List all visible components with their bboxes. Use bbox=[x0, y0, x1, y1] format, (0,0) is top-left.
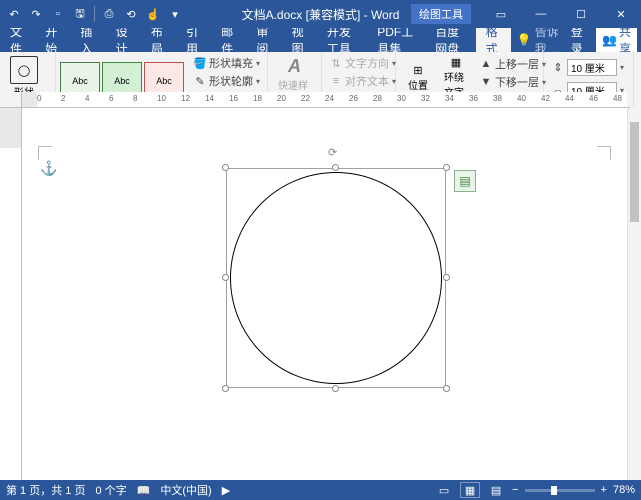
wordart-icon: A bbox=[288, 56, 301, 77]
bulb-icon: 💡 bbox=[517, 33, 532, 47]
contextual-tab-label: 绘图工具 bbox=[411, 4, 471, 24]
zoom-level[interactable]: 78% bbox=[613, 484, 635, 496]
resize-handle[interactable] bbox=[332, 164, 339, 171]
share-icon: 👥 bbox=[602, 33, 617, 47]
margin-corner bbox=[38, 146, 52, 160]
layout-options-icon: ▤ bbox=[459, 174, 470, 188]
vertical-scrollbar[interactable] bbox=[627, 108, 641, 480]
ribbon-options-icon[interactable]: ▭ bbox=[481, 0, 521, 28]
shape-outline-button[interactable]: ✎形状轮廓▾ bbox=[190, 72, 263, 90]
outline-icon: ✎ bbox=[193, 74, 207, 88]
print-layout-icon[interactable]: ▦ bbox=[460, 482, 480, 498]
zoom-out-icon[interactable]: − bbox=[512, 484, 518, 496]
web-layout-icon[interactable]: ▤ bbox=[486, 482, 506, 498]
shapes-icon: ◯ bbox=[10, 56, 38, 84]
resize-handle[interactable] bbox=[443, 274, 450, 281]
wrap-icon: ▦ bbox=[451, 56, 461, 69]
redo-icon[interactable]: ↷ bbox=[26, 4, 46, 24]
zoom-in-icon[interactable]: + bbox=[601, 484, 607, 496]
maximize-icon[interactable]: ☐ bbox=[561, 0, 601, 28]
margin-corner bbox=[597, 146, 611, 160]
back-icon[interactable]: ↶ bbox=[4, 4, 24, 24]
resize-handle[interactable] bbox=[443, 164, 450, 171]
spelling-icon[interactable]: 📖 bbox=[137, 484, 151, 497]
read-mode-icon[interactable]: ▭ bbox=[434, 482, 454, 498]
resize-handle[interactable] bbox=[332, 385, 339, 392]
anchor-icon[interactable]: ⚓ bbox=[40, 160, 57, 177]
resize-handle[interactable] bbox=[222, 164, 229, 171]
qat-more-icon[interactable]: ▾ bbox=[165, 4, 185, 24]
zoom-slider-thumb[interactable] bbox=[551, 486, 557, 495]
rotate-handle-icon[interactable]: ⟳ bbox=[328, 146, 344, 162]
page-count[interactable]: 第 1 页，共 1 页 bbox=[6, 482, 85, 498]
height-icon: ⇕ bbox=[551, 61, 565, 75]
title-bar: ↶ ↷ ▫ 🖫 ⎙ ⟲ ☝ ▾ 文档A.docx [兼容模式] - Word 绘… bbox=[0, 0, 641, 28]
circle-shape[interactable] bbox=[230, 172, 442, 384]
window-title: 文档A.docx [兼容模式] - Word bbox=[242, 6, 400, 23]
height-input-row: ⇕▾ bbox=[548, 58, 627, 77]
align-text-icon: ≡ bbox=[329, 74, 343, 88]
quick-access-toolbar: ↶ ↷ ▫ 🖫 ⎙ ⟲ ☝ ▾ bbox=[0, 4, 189, 24]
touch-icon[interactable]: ☝ bbox=[143, 4, 163, 24]
height-input[interactable] bbox=[567, 59, 617, 76]
ribbon-tabs: 文件 开始 插入 设计 布局 引用 邮件 审阅 视图 开发工具 PDF工具集 百… bbox=[0, 28, 641, 52]
close-icon[interactable]: ✕ bbox=[601, 0, 641, 28]
resize-handle[interactable] bbox=[222, 385, 229, 392]
forward-icon: ▲ bbox=[479, 57, 493, 71]
macro-icon[interactable]: ▶ bbox=[222, 484, 230, 497]
selected-shape[interactable]: ⟳ bbox=[226, 168, 446, 388]
send-backward-button[interactable]: ▼下移一层▾ bbox=[476, 73, 549, 91]
page: ⚓ ⟳ ▤ bbox=[30, 110, 619, 480]
ruler-corner bbox=[0, 92, 22, 108]
undo-icon[interactable]: ⟲ bbox=[121, 4, 141, 24]
bring-forward-button[interactable]: ▲上移一层▾ bbox=[476, 55, 549, 73]
backward-icon: ▼ bbox=[479, 75, 493, 89]
print-icon[interactable]: ⎙ bbox=[99, 4, 119, 24]
language-status[interactable]: 中文(中国) bbox=[160, 482, 211, 498]
status-bar: 第 1 页，共 1 页 0 个字 📖 中文(中国) ▶ ▭ ▦ ▤ − + 78… bbox=[0, 480, 641, 500]
document-area[interactable]: ⚓ ⟳ ▤ bbox=[22, 108, 627, 480]
horizontal-ruler[interactable]: 0246810121416182022242628303234363840424… bbox=[22, 92, 627, 108]
save-icon[interactable]: ▫ bbox=[48, 4, 68, 24]
vertical-ruler[interactable] bbox=[0, 108, 22, 480]
align-text-button[interactable]: ≡对齐文本▾ bbox=[326, 72, 399, 90]
scrollbar-thumb[interactable] bbox=[630, 122, 639, 222]
fill-icon: 🪣 bbox=[193, 56, 207, 70]
resize-handle[interactable] bbox=[443, 385, 450, 392]
shape-fill-button[interactable]: 🪣形状填充▾ bbox=[190, 54, 263, 72]
save-as-icon[interactable]: 🖫 bbox=[70, 4, 90, 24]
text-direction-button[interactable]: ⇅文字方向▾ bbox=[326, 54, 399, 72]
position-icon: ⊞ bbox=[413, 64, 422, 77]
text-direction-icon: ⇅ bbox=[329, 56, 343, 70]
word-count[interactable]: 0 个字 bbox=[95, 482, 126, 498]
minimize-icon[interactable]: ― bbox=[521, 0, 561, 28]
layout-options-button[interactable]: ▤ bbox=[454, 170, 476, 192]
resize-handle[interactable] bbox=[222, 274, 229, 281]
zoom-slider[interactable] bbox=[525, 489, 595, 492]
